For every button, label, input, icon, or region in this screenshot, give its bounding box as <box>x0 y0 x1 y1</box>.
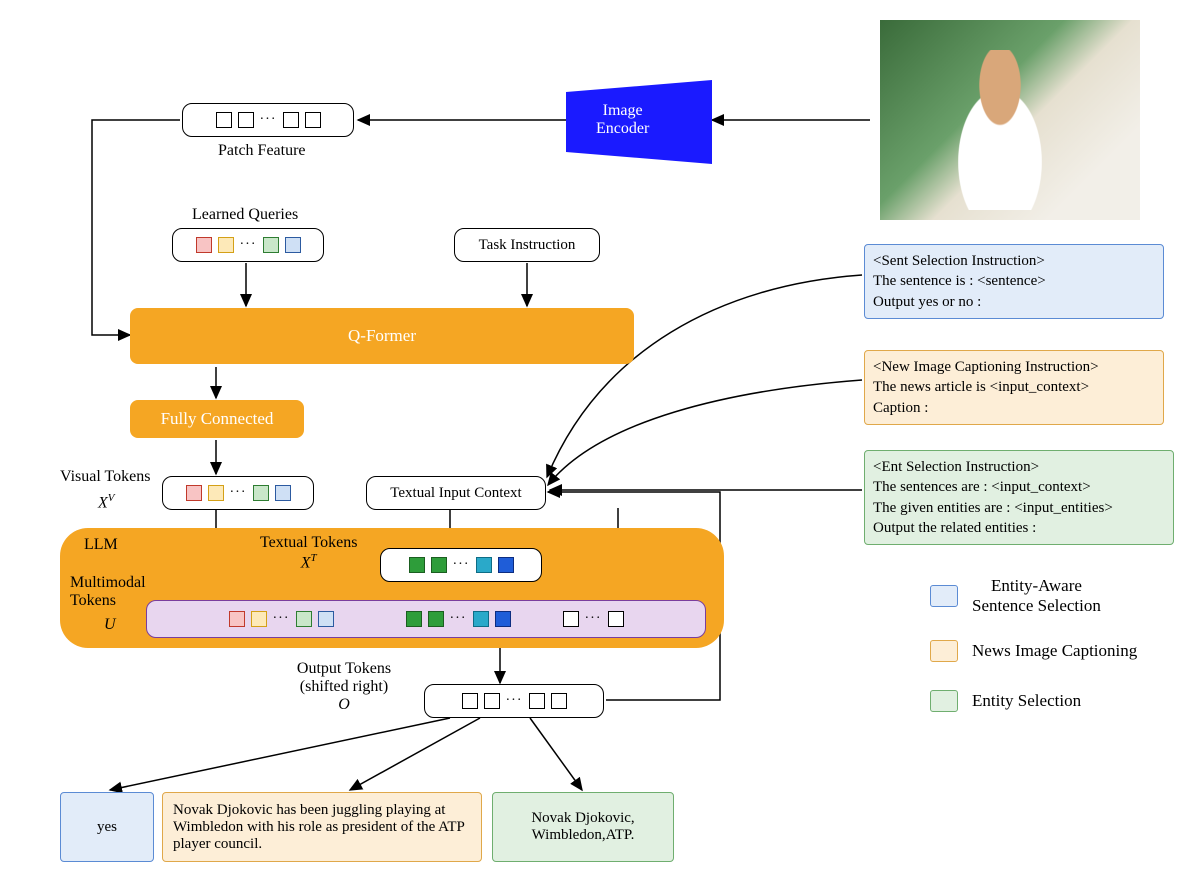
output-yes: yes <box>60 792 154 862</box>
task-instruction-label: Task Instruction <box>479 237 576 254</box>
sent-selection-instruction: <Sent Selection Instruction> The sentenc… <box>864 244 1164 319</box>
input-image <box>880 20 1140 220</box>
output-caption: Novak Djokovic has been juggling playing… <box>162 792 482 862</box>
task-instruction-box: Task Instruction <box>454 228 600 262</box>
multimodal-tokens-label: Multimodal Tokens <box>70 574 146 610</box>
visual-tokens-var: XV <box>98 492 115 512</box>
output-tokens-label: Output Tokens (shifted right) O <box>274 660 414 714</box>
legend-captioning: News Image Captioning <box>930 640 1137 662</box>
multimodal-tokens-strip: ··· ··· ··· <box>146 600 706 638</box>
ent-selection-instruction: <Ent Selection Instruction> The sentence… <box>864 450 1174 545</box>
textual-tokens-strip: ··· <box>380 548 542 582</box>
image-encoder-label: Image Encoder <box>596 102 649 138</box>
textual-tokens-label: Textual Tokens XT <box>260 534 357 572</box>
output-entities: Novak Djokovic, Wimbledon,ATP. <box>492 792 674 862</box>
visual-tokens-label: Visual Tokens <box>60 468 151 486</box>
patch-feature-tokens: ··· <box>182 103 354 137</box>
llm-title: LLM <box>84 536 118 554</box>
output-tokens-strip: ··· <box>424 684 604 718</box>
caption-instruction: <New Image Captioning Instruction> The n… <box>864 350 1164 425</box>
qformer-block: Q-Former <box>130 308 634 364</box>
multimodal-tokens-var: U <box>104 616 116 634</box>
fully-connected-block: Fully Connected <box>130 400 304 438</box>
visual-tokens-strip: ··· <box>162 476 314 510</box>
learned-queries-label: Learned Queries <box>192 206 298 224</box>
legend-entity-selection: Entity Selection <box>930 690 1081 712</box>
llm-block: LLM Multimodal Tokens U Textual Tokens X… <box>60 528 724 648</box>
textual-input-context-box: Textual Input Context <box>366 476 546 510</box>
legend-entity-aware: Entity-Aware Sentence Selection <box>930 576 1101 616</box>
patch-feature-label: Patch Feature <box>218 142 306 160</box>
learned-queries-tokens: ··· <box>172 228 324 262</box>
